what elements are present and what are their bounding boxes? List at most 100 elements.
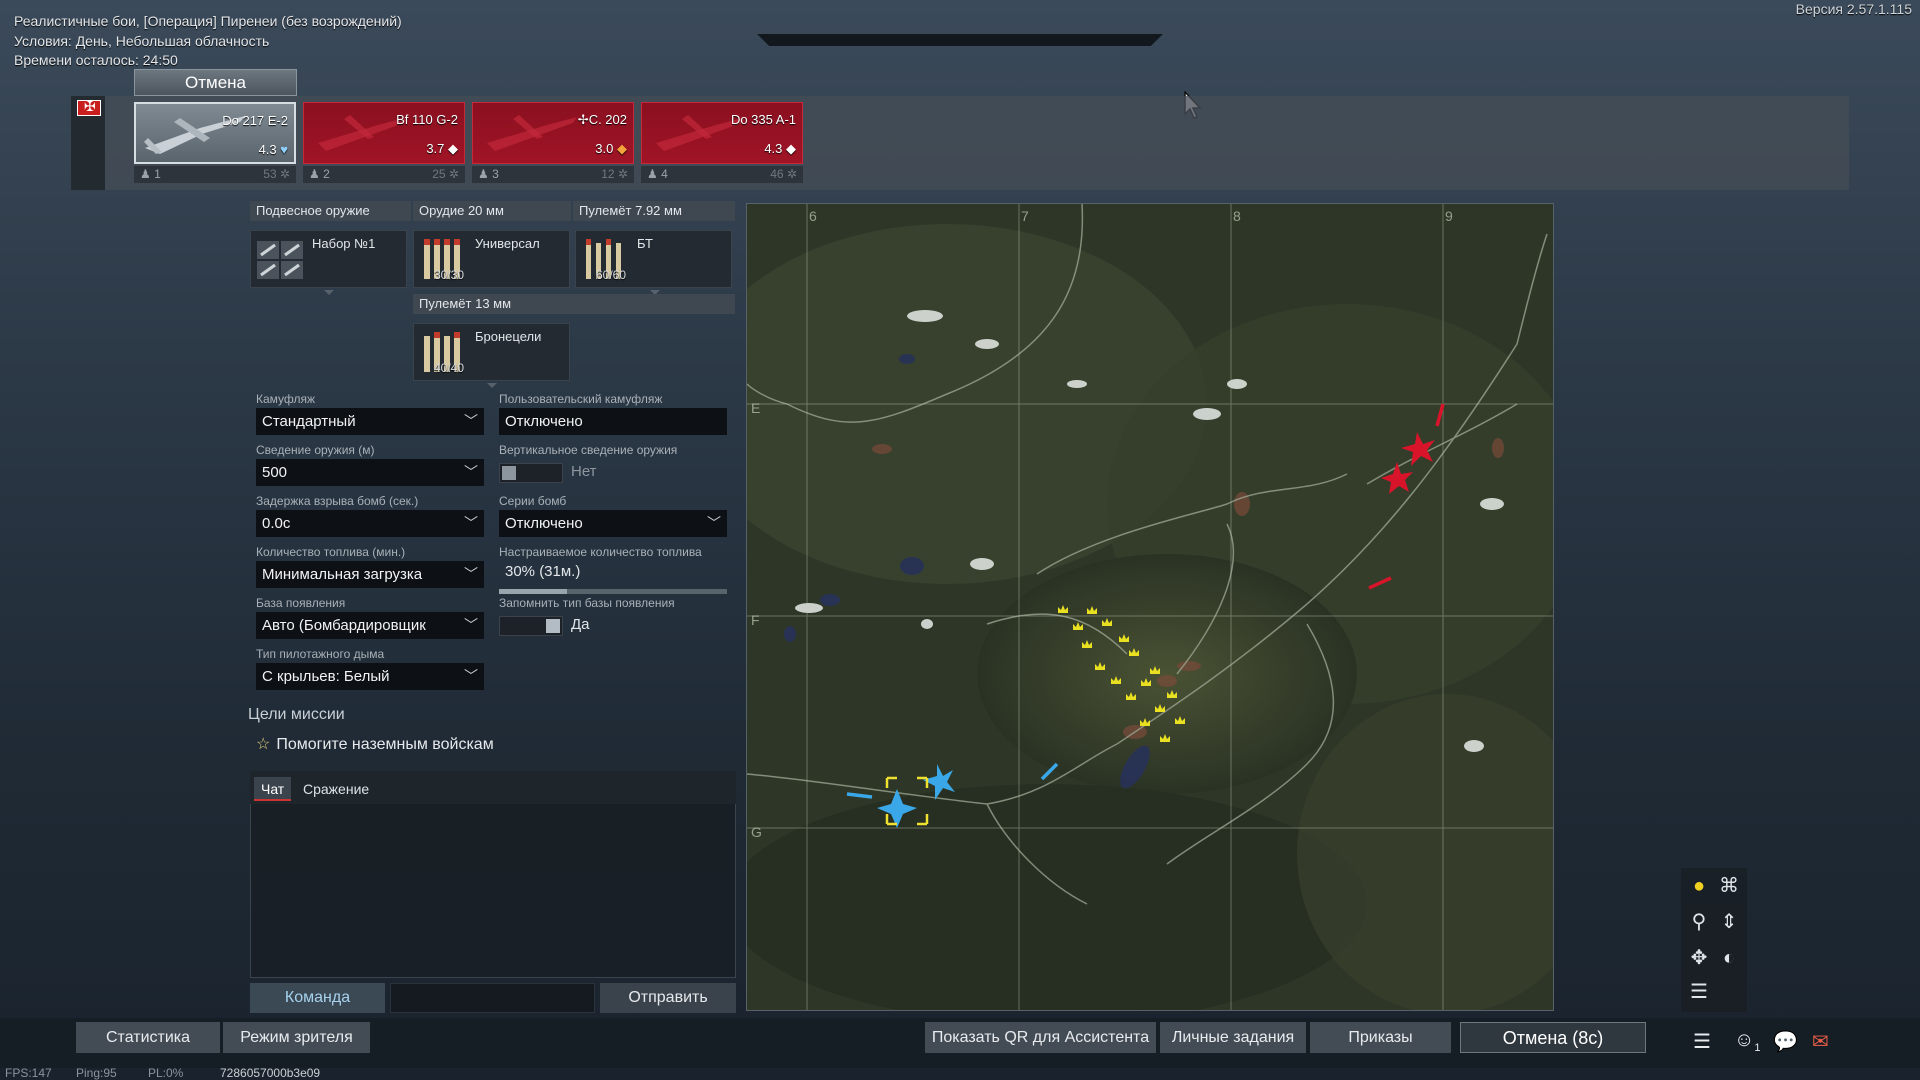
slot-crew: ♟ 3 <box>478 167 499 181</box>
spectator-mode-button[interactable]: Режим зрителя <box>223 1022 370 1053</box>
ammo-type-label: Бронецели <box>475 329 542 344</box>
chat-input[interactable] <box>390 983 595 1013</box>
camo-select[interactable]: Стандартный ﹀ <box>256 408 484 435</box>
version-text: Версия 2.57.1.115 <box>1795 1 1912 17</box>
show-qr-button[interactable]: Показать QR для Ассистента <box>925 1022 1156 1053</box>
bomb-delay-label: Задержка взрыва бомб (сек.) <box>256 494 419 508</box>
warning-icon[interactable]: ● <box>1685 872 1713 900</box>
map-terrain <box>747 204 1553 1010</box>
mg-792-slot[interactable]: БТ 60/60 <box>575 230 732 288</box>
personal-tasks-button[interactable]: Личные задания <box>1160 1022 1306 1053</box>
slot-crew: ♟ 4 <box>647 167 668 181</box>
conditions-text: Условия: День, Небольшая облачность <box>14 33 270 49</box>
chevron-down-icon: ﹀ <box>464 464 478 480</box>
squad-icon[interactable]: ☺1 <box>1734 1029 1761 1054</box>
mail-icon[interactable]: ✉ <box>1812 1029 1829 1054</box>
cancel-top-button[interactable]: Отмена <box>134 69 297 96</box>
move-icon[interactable]: ✥ <box>1685 944 1713 972</box>
slot-cost: 46 ✲ <box>770 167 797 181</box>
send-button[interactable]: Отправить <box>600 983 736 1013</box>
slot-crew: ♟ 2 <box>309 167 330 181</box>
vertical-convergence-value: Нет <box>571 463 597 480</box>
grid-row-label: F <box>751 612 760 628</box>
ammo-type-label: БТ <box>637 236 653 251</box>
chevron-down-icon: ﹀ <box>464 668 478 684</box>
slot-name: Bf 110 G-2 <box>396 112 458 127</box>
slot-name: ✢C. 202 <box>577 112 627 127</box>
mouse-icon: ⌘ <box>1719 875 1739 897</box>
toggle-knob <box>546 619 560 633</box>
smoke-select[interactable]: С крыльев: Белый ﹀ <box>256 663 484 690</box>
bomb-delay-select[interactable]: 0.0с ﹀ <box>256 510 484 537</box>
session-id: 7286057000b3e09 <box>220 1066 321 1080</box>
slot-br: 3.7 ◆ <box>426 141 458 156</box>
slot-name: Do 217 E-2 <box>222 113 288 128</box>
time-left-text: Времени осталось: 24:50 <box>14 52 178 68</box>
slot-cost: 12 ✲ <box>601 167 628 181</box>
mouse-scroll-icon: ⇕ <box>1720 911 1738 933</box>
custom-fuel-label: Настраиваемое количество топлива <box>499 545 702 559</box>
convergence-label: Сведение оружия (м) <box>256 443 375 457</box>
grid-col-label: 9 <box>1445 208 1453 224</box>
fps-counter: FPS:147 <box>5 1066 52 1080</box>
orders-button[interactable]: Приказы <box>1310 1022 1451 1053</box>
remember-spawn-toggle[interactable] <box>499 616 563 636</box>
camo-label: Камуфляж <box>256 392 316 406</box>
custom-camo-select[interactable]: Отключено <box>499 408 727 435</box>
vehicle-slot-4[interactable]: Do 335 A-1 4.3 ◆ ♟ 4 46 ✲ <box>641 102 803 184</box>
fighter-plane-icon <box>487 115 577 151</box>
chevron-down-icon: ﹀ <box>464 413 478 429</box>
tab-battle[interactable]: Сражение <box>296 777 376 801</box>
chevron-down-icon: ﹀ <box>464 515 478 531</box>
spawn-select[interactable]: Авто (Бомбардировщик ﹀ <box>256 612 484 639</box>
cannon-20mm-header: Орудие 20 мм <box>413 201 571 221</box>
remember-spawn-value: Да <box>571 616 590 633</box>
chat-bubble-icon[interactable]: 💬 <box>1773 1029 1798 1054</box>
mission-objectives-title: Цели миссии <box>248 706 345 723</box>
chevron-down-icon: ﹀ <box>464 617 478 633</box>
germany-flag-icon <box>77 98 101 116</box>
command-button[interactable]: Команда <box>250 983 385 1013</box>
fuel-label: Количество топлива (мин.) <box>256 545 406 559</box>
tactical-map[interactable]: 6 7 8 9 E F G <box>746 203 1554 1011</box>
slot-cost: 25 ✲ <box>432 167 459 181</box>
vertical-convergence-label: Вертикальное сведение оружия <box>499 443 678 457</box>
cancel-countdown-button[interactable]: Отмена (8с) <box>1460 1022 1646 1053</box>
zoom-icon[interactable]: ⚲ <box>1685 908 1713 936</box>
grid-col-label: 6 <box>809 208 817 224</box>
ammo-count: 60/60 <box>596 268 627 282</box>
suspended-weapon-slot[interactable]: Набор №1 <box>250 230 407 288</box>
bomb-series-label: Серии бомб <box>499 494 567 508</box>
vehicle-slot-1[interactable]: Do 217 E-2 4.3 ♥ ♟ 1 53 ✲ <box>134 102 296 184</box>
slider-fill <box>499 589 568 594</box>
vehicle-slot-2[interactable]: Bf 110 G-2 3.7 ◆ ♟ 2 25 ✲ <box>303 102 465 184</box>
slot-br: 3.0 ◆ <box>595 141 627 156</box>
cannon-20mm-slot[interactable]: Универсал 30/30 <box>413 230 570 288</box>
grid-col-label: 8 <box>1233 208 1241 224</box>
slot-name: Do 335 A-1 <box>730 112 796 127</box>
custom-fuel-slider[interactable] <box>499 589 727 594</box>
list-icon[interactable]: ☰ <box>1693 1029 1711 1054</box>
vehicle-slot-3[interactable]: ✢C. 202 3.0 ◆ ♟ 3 12 ✲ <box>472 102 634 184</box>
settings-sliders-icon[interactable]: ☰ <box>1685 978 1713 1006</box>
bomb-series-select[interactable]: Отключено ﹀ <box>499 510 727 537</box>
chevron-down-icon: ﹀ <box>464 566 478 582</box>
bomb-set-icon <box>257 241 303 279</box>
star-icon: ☆ <box>256 736 271 753</box>
remember-spawn-label: Запомнить тип базы появления <box>499 596 675 610</box>
ammo-count: 40/40 <box>434 361 465 375</box>
vertical-convergence-toggle[interactable] <box>499 463 563 483</box>
fuel-select[interactable]: Минимальная загрузка ﹀ <box>256 561 484 588</box>
ping-counter: Ping:95 <box>76 1066 117 1080</box>
packet-loss-counter: PL:0% <box>148 1066 184 1080</box>
grid-row-label: G <box>751 824 762 840</box>
convergence-select[interactable]: 500 ﹀ <box>256 459 484 486</box>
slot-br: 4.3 ♥ <box>258 142 288 157</box>
dropdown-arrow-icon <box>487 383 497 388</box>
mg-13mm-slot[interactable]: Бронецели 40/40 <box>413 323 570 381</box>
grid-row-label: E <box>751 400 761 416</box>
mission-objective: ☆ Помогите наземным войскам <box>256 736 494 753</box>
custom-fuel-value: 30% (31м.) <box>505 563 581 580</box>
tab-chat[interactable]: Чат <box>254 777 292 801</box>
statistics-button[interactable]: Статистика <box>76 1022 220 1053</box>
